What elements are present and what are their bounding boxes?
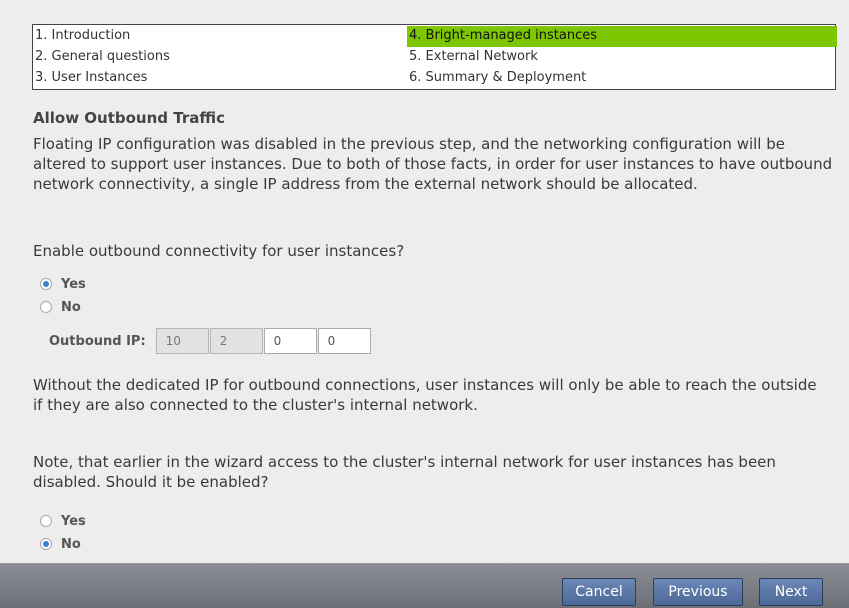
cancel-button[interactable]: Cancel	[562, 578, 636, 606]
step-bright-managed-instances: 4. Bright-managed instances	[407, 26, 837, 47]
outbound-no-label: No	[61, 299, 81, 315]
step-external-network: 5. External Network	[409, 49, 538, 64]
outbound-ip-row: Outbound IP: 10 2 0 0	[49, 328, 372, 354]
internal-no-label: No	[61, 536, 81, 552]
radio-unselected-icon	[40, 515, 52, 527]
ip-octet-2: 2	[209, 328, 263, 354]
wizard-steps: 1. Introduction 4. Bright-managed instan…	[32, 24, 837, 90]
radio-selected-icon	[40, 538, 52, 550]
radio-selected-icon	[40, 278, 52, 290]
outbound-ip-label: Outbound IP:	[49, 333, 146, 349]
question-outbound: Enable outbound connectivity for user in…	[33, 242, 405, 260]
warning-text: Without the dedicated IP for outbound co…	[33, 376, 817, 414]
outbound-yes-label: Yes	[61, 276, 86, 292]
intro-text: Floating IP configuration was disabled i…	[33, 135, 833, 193]
previous-button[interactable]: Previous	[653, 578, 743, 606]
radio-unselected-icon	[40, 301, 52, 313]
ip-octet-4[interactable]: 0	[317, 328, 371, 354]
internal-no-radio[interactable]: No	[40, 535, 81, 553]
step-summary-deployment: 6. Summary & Deployment	[409, 70, 587, 85]
step-introduction: 1. Introduction	[35, 28, 131, 43]
ip-octet-1: 10	[155, 328, 209, 354]
section-heading: Allow Outbound Traffic	[33, 109, 225, 127]
step-general-questions: 2. General questions	[35, 49, 170, 64]
step-user-instances: 3. User Instances	[35, 70, 148, 85]
next-button[interactable]: Next	[759, 578, 823, 606]
question-internal-network: Note, that earlier in the wizard access …	[33, 453, 776, 491]
internal-yes-label: Yes	[61, 513, 86, 529]
internal-yes-radio[interactable]: Yes	[40, 512, 86, 530]
outbound-yes-radio[interactable]: Yes	[40, 275, 86, 293]
outbound-no-radio[interactable]: No	[40, 298, 81, 316]
footer-bar: Cancel Previous Next	[0, 563, 849, 608]
ip-octet-3[interactable]: 0	[263, 328, 317, 354]
